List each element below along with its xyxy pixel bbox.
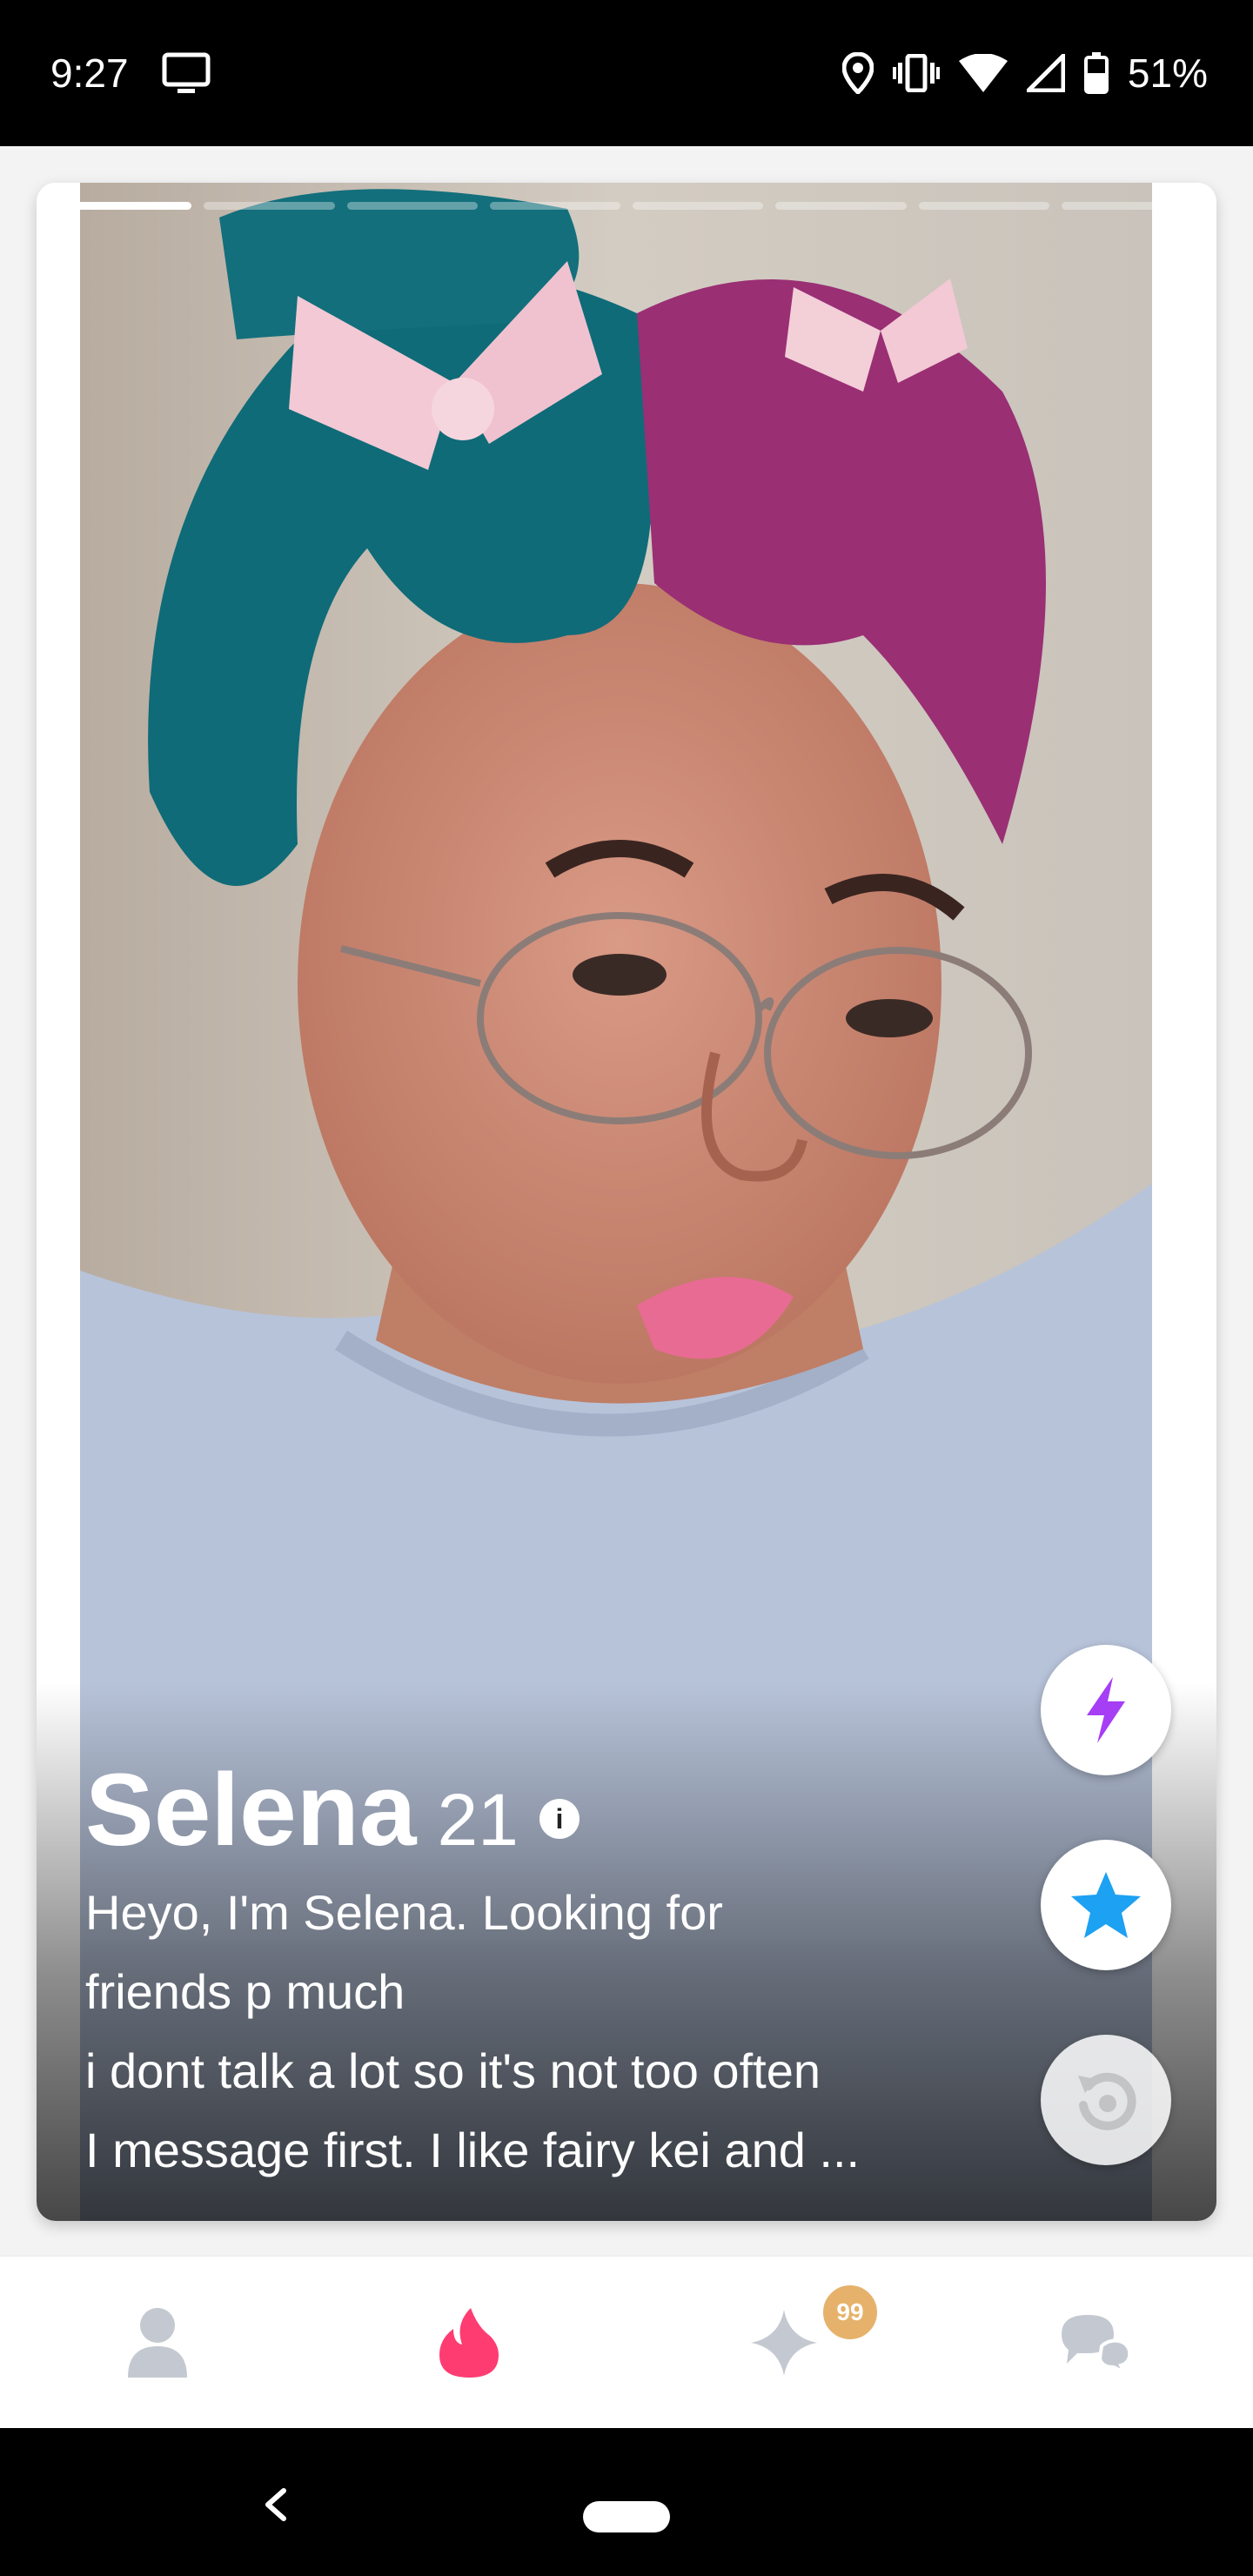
battery-percentage: 51% [1127,50,1208,96]
wifi-icon [958,54,1008,92]
status-bar: 9:27 51% [0,0,1253,146]
photo-progress-segment [204,202,335,210]
photo-progress-bar [61,202,1192,210]
location-icon [841,52,874,94]
bio-line: Heyo, I'm Selena. Looking for [85,1885,723,1940]
bio-line: friends p much [85,1964,405,2019]
photo-progress-segment [633,202,764,210]
nav-top-picks-tab[interactable] [736,2295,832,2391]
rewind-icon [1078,2072,1136,2130]
lightning-bolt-icon [1087,1677,1125,1743]
super-like-button[interactable] [1041,1840,1171,1970]
profile-info[interactable]: Selena 21 i Heyo, I'm Selena. Looking fo… [85,1749,955,2190]
profile-icon [128,2308,187,2378]
status-icons: 51% [841,42,1208,104]
bottom-navigation [0,2256,1253,2429]
profile-name: Selena [85,1753,417,1868]
photo-progress-segment [489,202,620,210]
boost-button[interactable] [1041,1645,1171,1775]
nav-messages-tab[interactable] [1048,2295,1143,2391]
nav-swipe-tab[interactable] [421,2295,517,2391]
photo-progress-segment [346,202,478,210]
name-row: Selena 21 i [85,1749,955,1871]
signal-icon [1026,54,1065,92]
rewind-button[interactable] [1041,2035,1171,2165]
info-icon[interactable]: i [539,1799,580,1839]
screen-cast-icon [162,52,211,93]
photo-progress-segment [61,202,192,210]
bio-line: i dont talk a lot so it's not too often [85,2043,821,2098]
profile-card[interactable]: Selena 21 i Heyo, I'm Selena. Looking fo… [37,183,1216,2221]
flame-icon [439,2308,499,2378]
messages-icon [1062,2315,1132,2374]
star-icon [1071,1872,1141,1938]
photo-progress-segment [775,202,907,210]
photo-progress-segment [1061,202,1192,210]
back-arrow-icon[interactable] [254,2473,292,2534]
sparkle-icon [751,2310,817,2376]
status-time: 9:27 [50,50,129,96]
nav-profile-tab[interactable] [110,2295,205,2391]
home-pill-button[interactable] [583,2501,670,2532]
battery-icon [1083,52,1109,94]
vibrate-icon [892,54,940,92]
profile-age: 21 [437,1779,519,1861]
bio-line: I message first. I like fairy kei and ..… [85,2123,861,2177]
photo-progress-segment [918,202,1049,210]
likes-count-badge: 99 [820,2282,881,2343]
profile-bio: Heyo, I'm Selena. Looking for friends p … [85,1873,955,2190]
